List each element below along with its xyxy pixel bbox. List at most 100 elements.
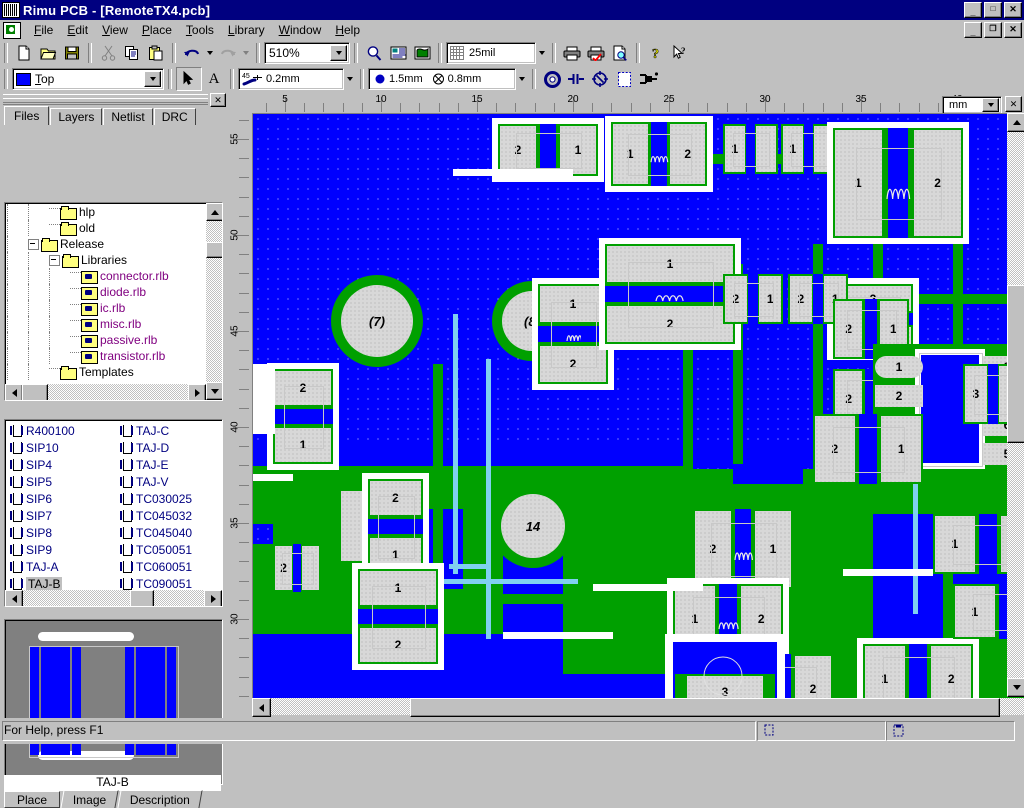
- tree-item[interactable]: connector.rlb: [7, 268, 222, 284]
- menu-file[interactable]: FFileile: [27, 21, 60, 39]
- tree-vscrollbar[interactable]: [206, 203, 222, 400]
- list-item[interactable]: R400100: [7, 422, 115, 439]
- tree-item[interactable]: Templates: [7, 364, 222, 380]
- tree-scroll-down-button[interactable]: [206, 382, 222, 400]
- ic-pad[interactable]: 2: [875, 385, 923, 407]
- menu-tools[interactable]: Tools: [179, 21, 221, 39]
- tree-item[interactable]: misc.rlb: [7, 316, 222, 332]
- list-hscroll-thumb[interactable]: [130, 590, 154, 606]
- redo-dropdown[interactable]: [240, 42, 252, 64]
- pcb-canvas[interactable]: (7)(8)14(1)21121112121221212121211234876…: [253, 114, 1024, 698]
- minimize-button[interactable]: _: [964, 2, 982, 18]
- context-help-button[interactable]: ?: [668, 42, 692, 64]
- list-item[interactable]: TAJ-C: [117, 422, 222, 439]
- menu-help[interactable]: Help: [328, 21, 367, 39]
- pad-size-field[interactable]: 1.5mm 0.8mm: [368, 68, 516, 90]
- select-tool-button[interactable]: [176, 67, 202, 91]
- grid-field[interactable]: 25mil: [446, 42, 536, 64]
- view-all-button[interactable]: [386, 42, 410, 64]
- component-list-hscrollbar[interactable]: [5, 590, 222, 606]
- canvas-scroll-down-button[interactable]: [1007, 678, 1024, 697]
- tree-item[interactable]: passive.rlb: [7, 332, 222, 348]
- tab-image[interactable]: Image: [60, 790, 119, 808]
- save-button[interactable]: [60, 42, 84, 64]
- component-button[interactable]: [588, 68, 612, 90]
- tree-hscrollbar[interactable]: [5, 384, 206, 400]
- pin-button[interactable]: [564, 68, 588, 90]
- print-check-button[interactable]: [584, 42, 608, 64]
- tab-description[interactable]: Description: [117, 790, 204, 808]
- child-restore-button[interactable]: ❐: [984, 22, 1002, 38]
- list-item[interactable]: SIP5: [7, 473, 115, 490]
- menu-library[interactable]: Library: [221, 21, 272, 39]
- ic-pad[interactable]: 1: [875, 356, 923, 378]
- tree-item[interactable]: old: [7, 220, 222, 236]
- tree-collapse-icon[interactable]: [28, 238, 39, 250]
- canvas-vscroll-thumb[interactable]: [1007, 285, 1024, 443]
- tab-files[interactable]: Files: [4, 106, 50, 125]
- tree-item[interactable]: Release: [7, 236, 222, 252]
- tree-item[interactable]: Libraries: [7, 252, 222, 268]
- paste-button[interactable]: [144, 42, 168, 64]
- tab-drc[interactable]: DRC: [153, 108, 196, 125]
- cut-button[interactable]: [96, 42, 120, 64]
- zoom-tool-button[interactable]: [362, 42, 386, 64]
- text-tool-button[interactable]: A: [202, 68, 226, 90]
- via-button[interactable]: [540, 68, 564, 90]
- silkscreen-line[interactable]: [593, 584, 703, 591]
- list-item[interactable]: TAJ-V: [117, 473, 222, 490]
- document-icon[interactable]: [3, 21, 21, 39]
- tab-layers[interactable]: Layers: [50, 108, 103, 125]
- list-item[interactable]: TAJ-D: [117, 439, 222, 456]
- tree-item[interactable]: hlp: [7, 204, 222, 220]
- child-close-button[interactable]: ✕: [1004, 22, 1022, 38]
- copy-button[interactable]: [120, 42, 144, 64]
- silkscreen-line[interactable]: [843, 569, 933, 576]
- list-item[interactable]: TAJ-A: [7, 558, 115, 575]
- undo-button[interactable]: [180, 42, 204, 64]
- via-pad-14[interactable]: 14: [501, 494, 565, 558]
- canvas-scroll-up-button[interactable]: [1007, 113, 1024, 132]
- canvas-scroll-left-button[interactable]: [252, 698, 271, 717]
- dock-close-button[interactable]: ✕: [210, 93, 226, 107]
- trace[interactable]: [433, 594, 853, 604]
- silkscreen-line[interactable]: [453, 169, 573, 176]
- new-button[interactable]: [12, 42, 36, 64]
- fill-button[interactable]: [410, 42, 434, 64]
- editor-close-button[interactable]: ✕: [1005, 96, 1022, 112]
- tree-hscroll-thumb[interactable]: [22, 384, 48, 400]
- via-pad-7[interactable]: (7): [341, 285, 413, 357]
- redo-button[interactable]: [216, 42, 240, 64]
- list-item[interactable]: TC060051: [117, 558, 222, 575]
- layer-combo[interactable]: Top: [12, 68, 164, 90]
- print-preview-button[interactable]: [608, 42, 632, 64]
- list-item[interactable]: TC045040: [117, 524, 222, 541]
- list-item[interactable]: TC045032: [117, 507, 222, 524]
- tree-scroll-left-button[interactable]: [5, 384, 23, 400]
- tab-netlist[interactable]: Netlist: [103, 108, 153, 125]
- menu-edit[interactable]: Edit: [60, 21, 95, 39]
- track-width-dropdown[interactable]: [344, 68, 356, 90]
- menu-view[interactable]: View: [95, 21, 135, 39]
- help-button[interactable]: ?: [644, 42, 668, 64]
- pad-size-dropdown[interactable]: [516, 68, 528, 90]
- silkscreen-line[interactable]: [253, 364, 275, 434]
- list-item[interactable]: SIP10: [7, 439, 115, 456]
- units-selector[interactable]: mm: [942, 96, 1002, 114]
- list-item[interactable]: TC050051: [117, 541, 222, 558]
- inner-trace[interactable]: [438, 579, 578, 584]
- list-item[interactable]: SIP7: [7, 507, 115, 524]
- list-item[interactable]: TC030025: [117, 490, 222, 507]
- list-item[interactable]: TAJ-E: [117, 456, 222, 473]
- zoom-dropdown-button[interactable]: [330, 45, 347, 61]
- tree-item[interactable]: transistor.rlb: [7, 348, 222, 364]
- inner-trace[interactable]: [453, 314, 458, 574]
- area-button[interactable]: [612, 68, 636, 90]
- units-dropdown-button[interactable]: [982, 98, 999, 112]
- tree-scroll-up-button[interactable]: [206, 203, 222, 221]
- undo-dropdown[interactable]: [204, 42, 216, 64]
- dock-grip[interactable]: [3, 94, 208, 105]
- dock-title-bar[interactable]: ✕: [3, 93, 226, 107]
- list-item[interactable]: SIP4: [7, 456, 115, 473]
- layer-dropdown-button[interactable]: [144, 71, 161, 87]
